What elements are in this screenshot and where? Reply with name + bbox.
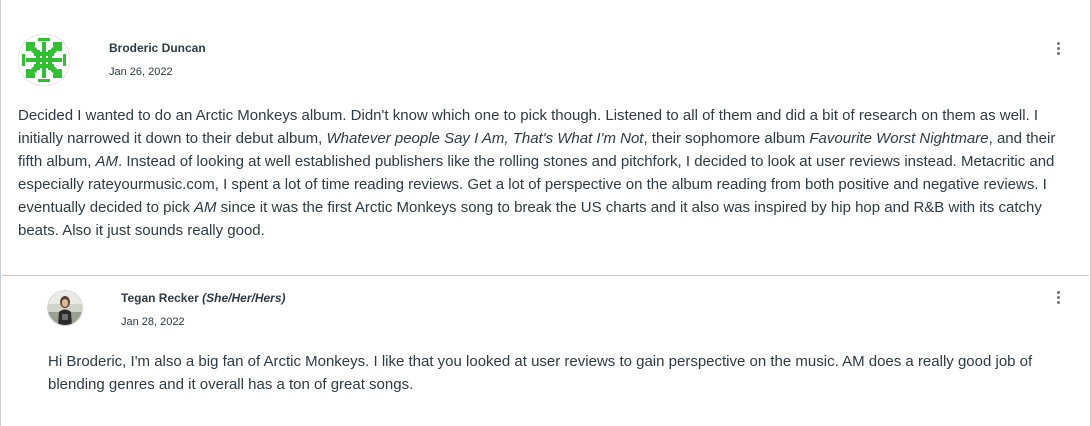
album-title-debut: Whatever people Say I Am, That's What I'…: [326, 130, 644, 147]
discussion-thread: Broderic Duncan Jan 26, 2022 Decided I w…: [0, 0, 1091, 426]
album-title-chosen: AM: [193, 199, 217, 216]
post-body-text: , their sophomore album: [643, 130, 810, 147]
reply-author-pronouns: (She/Her/Hers): [202, 291, 286, 305]
user-photo-avatar-icon[interactable]: [47, 290, 83, 326]
reply-author-name[interactable]: Tegan Recker (She/Her/Hers): [121, 291, 286, 305]
post-author-name[interactable]: Broderic Duncan: [109, 41, 206, 55]
reply-author-label: Tegan Recker: [121, 291, 199, 305]
post-body: Decided I wanted to do an Arctic Monkeys…: [18, 104, 1078, 242]
reply-date: Jan 28, 2022: [121, 316, 185, 328]
post-date: Jan 26, 2022: [109, 66, 173, 78]
kebab-menu-icon[interactable]: [1053, 291, 1063, 309]
green-snowflake-avatar-icon[interactable]: [17, 33, 71, 87]
album-title-fifth: AM: [95, 153, 119, 170]
album-title-sophomore: Favourite Worst Nightmare: [809, 130, 989, 147]
reply-body: Hi Broderic, I'm also a big fan of Arcti…: [48, 353, 1033, 393]
kebab-menu-icon[interactable]: [1053, 42, 1063, 60]
